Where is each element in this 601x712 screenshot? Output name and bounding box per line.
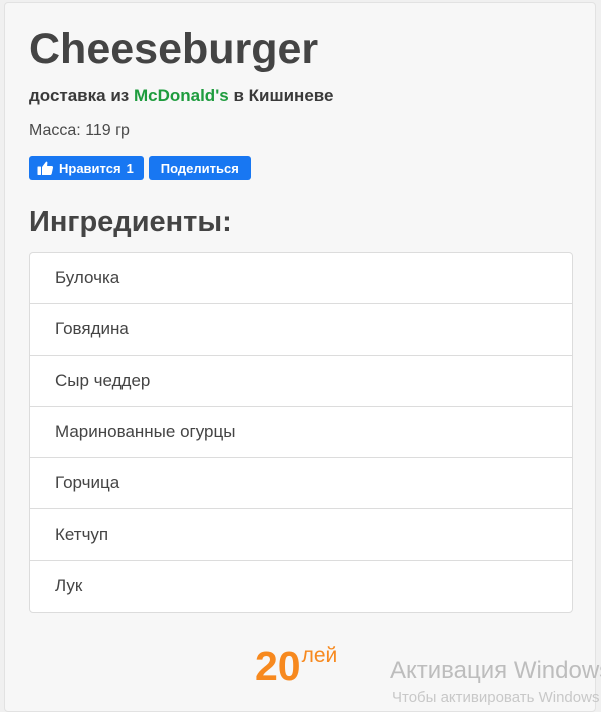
ingredient-item: Сыр чеддер [30, 356, 572, 407]
price-currency: лей [301, 644, 338, 667]
product-card: Cheeseburger доставка из McDonald's в Ки… [4, 2, 596, 712]
ingredients-list: Булочка Говядина Сыр чеддер Маринованные… [29, 252, 573, 614]
price: 20лей [255, 643, 337, 690]
ingredients-heading: Ингредиенты: [29, 206, 232, 238]
delivery-subtitle: доставка из McDonald's в Кишиневе [29, 86, 333, 106]
ingredient-item: Говядина [30, 304, 572, 356]
windows-activation-watermark: Активация Windows [390, 657, 601, 684]
ingredient-item: Булочка [30, 253, 572, 305]
product-mass: Масса: 119 гр [29, 122, 130, 139]
like-button[interactable]: Нравится 1 [29, 156, 144, 180]
like-count: 1 [126, 160, 134, 176]
ingredient-item: Горчица [30, 458, 572, 510]
product-title: Cheeseburger [29, 25, 319, 73]
thumbs-up-icon [37, 160, 54, 176]
ingredient-item: Кетчуп [30, 509, 572, 561]
share-button[interactable]: Поделиться [148, 156, 251, 180]
restaurant-link[interactable]: McDonald's [134, 86, 229, 105]
like-label: Нравится [59, 160, 121, 176]
ingredient-item: Лук [55, 576, 83, 596]
social-buttons: Нравится 1 Поделиться [29, 156, 251, 180]
windows-activation-hint: Чтобы активировать Windows [392, 689, 600, 706]
delivery-suffix: в Кишиневе [233, 86, 334, 105]
ingredient-item: Маринованные огурцы [30, 407, 572, 459]
delivery-prefix: доставка из [29, 86, 130, 105]
price-value: 20 [255, 643, 301, 689]
